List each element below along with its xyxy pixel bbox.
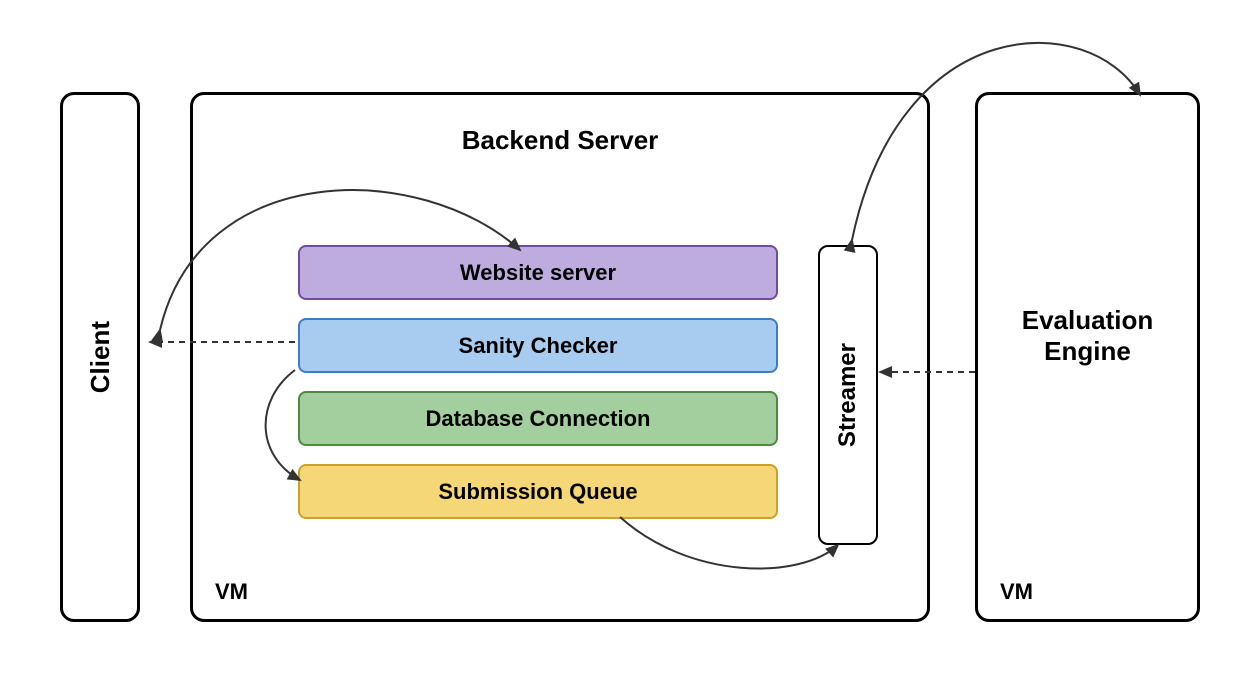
database-connection-component: Database Connection (298, 391, 778, 446)
evaluation-vm-label: VM (1000, 579, 1033, 605)
submission-queue-component: Submission Queue (298, 464, 778, 519)
client-box: Client (60, 92, 140, 622)
backend-server-box: Backend Server Website server Sanity Che… (190, 92, 930, 622)
client-label: Client (85, 321, 116, 393)
streamer-box: Streamer (818, 245, 878, 545)
evaluation-engine-box: Evaluation Engine VM (975, 92, 1200, 622)
evaluation-title-1: Evaluation (978, 305, 1197, 336)
submission-queue-label: Submission Queue (438, 479, 637, 505)
sanity-checker-label: Sanity Checker (459, 333, 618, 359)
website-server-label: Website server (460, 260, 616, 286)
database-connection-label: Database Connection (426, 406, 651, 432)
backend-title: Backend Server (193, 125, 927, 156)
website-server-component: Website server (298, 245, 778, 300)
backend-vm-label: VM (215, 579, 248, 605)
evaluation-title-2: Engine (978, 336, 1197, 367)
diagram-canvas: Client Backend Server Website server San… (0, 0, 1257, 694)
sanity-checker-component: Sanity Checker (298, 318, 778, 373)
streamer-label: Streamer (834, 343, 862, 447)
